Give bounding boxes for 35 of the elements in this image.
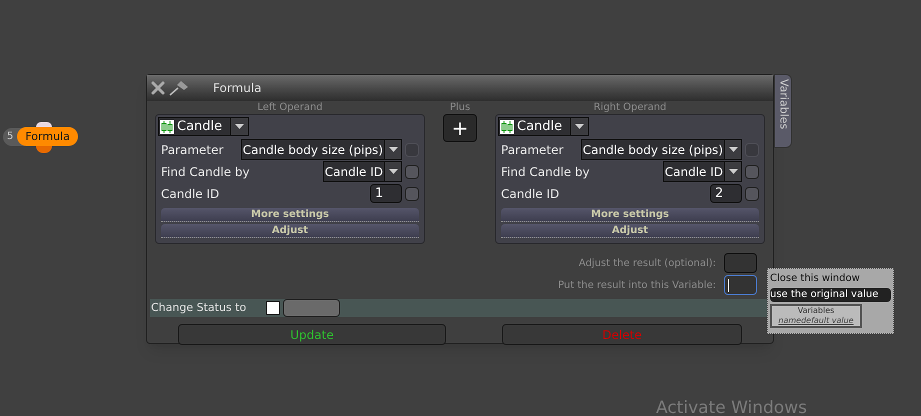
operator-caption: Plus — [450, 102, 470, 114]
update-button[interactable]: Update — [178, 324, 446, 345]
dropdown-value: Candle — [516, 118, 564, 136]
dropdown-value: Candle — [176, 118, 224, 136]
input-field[interactable]: 1 — [370, 184, 402, 203]
field-label: Adjust the result (optional): — [578, 256, 716, 270]
operand-caption: Right Operand — [592, 102, 668, 114]
window-title: Formula — [213, 80, 262, 97]
field-label: Candle ID — [501, 186, 560, 202]
panel-button[interactable]: Adjust — [161, 224, 419, 238]
input-field[interactable]: 2 — [710, 184, 742, 203]
variables-tab[interactable]: Variables — [774, 74, 792, 148]
field-label: Find Candle by — [501, 164, 591, 180]
panel-button[interactable]: Adjust — [501, 224, 759, 238]
status-label: Change Status to — [150, 300, 248, 316]
operator-button[interactable]: + — [443, 114, 477, 142]
panel-button[interactable]: More settings — [501, 208, 759, 222]
field-label: Put the result into this Variable: — [558, 278, 716, 292]
select-field[interactable]: Candle ID — [662, 161, 742, 182]
field-label: Candle ID — [161, 186, 220, 202]
activation-watermark: Activate Windows — [656, 397, 807, 416]
formula-node[interactable]: Formula — [17, 127, 78, 146]
column-heading: default value — [801, 316, 854, 326]
operand-type-dropdown[interactable]: Candle — [158, 117, 250, 136]
menu-item[interactable]: use the original value — [770, 288, 891, 302]
panel-button[interactable]: More settings — [161, 208, 419, 222]
select-field[interactable]: Candle ID — [322, 161, 402, 182]
field-label: Find Candle by — [161, 164, 251, 180]
table-title: Variables — [798, 306, 834, 316]
column-heading: name — [778, 316, 802, 326]
menu-item[interactable]: Close this window — [770, 271, 891, 287]
field-label: Parameter — [501, 142, 564, 158]
field-label: Parameter — [161, 142, 224, 158]
operand-caption: Left Operand — [256, 102, 324, 114]
operand-type-dropdown[interactable]: Candle — [498, 117, 590, 136]
